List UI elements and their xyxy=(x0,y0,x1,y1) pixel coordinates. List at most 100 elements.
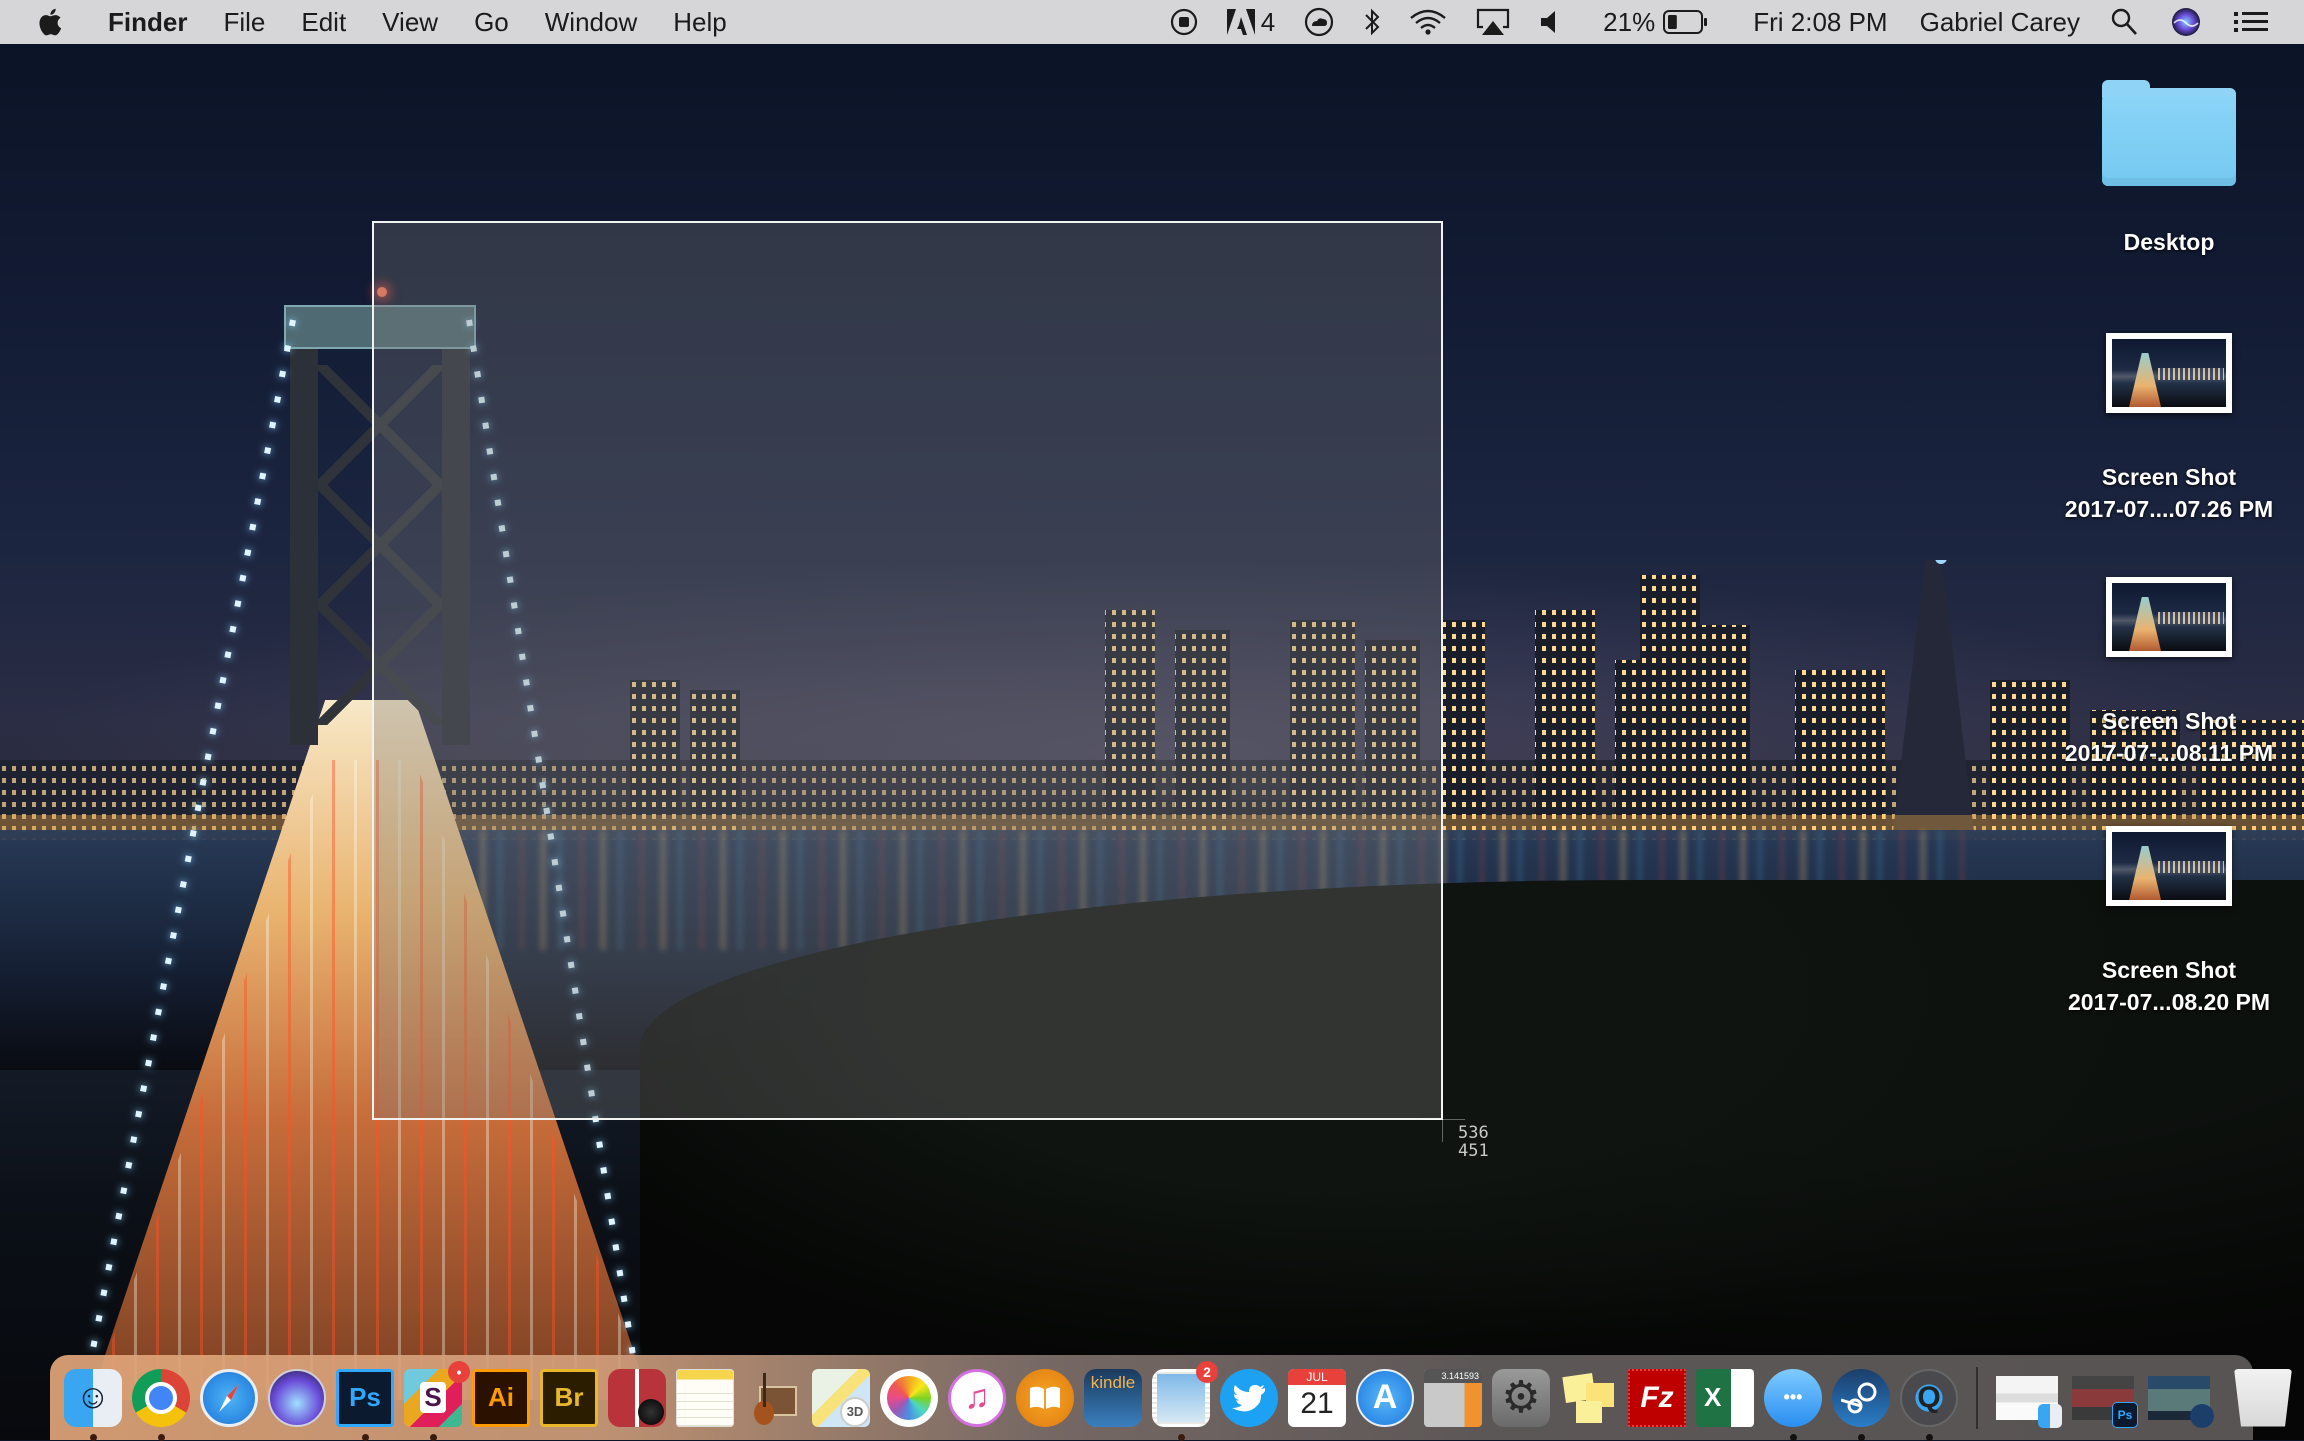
dock-app-bridge[interactable]: Br xyxy=(540,1368,598,1427)
chrome-icon xyxy=(132,1368,190,1427)
desktop-file-screenshot[interactable]: Screen Shot 2017-07...08.20 PM xyxy=(2059,826,2279,1018)
volume-icon[interactable] xyxy=(1539,8,1559,36)
adobe-cc-count: 4 xyxy=(1260,6,1276,37)
dock-app-garageband[interactable] xyxy=(744,1369,802,1427)
dock-minimized-window-steam[interactable] xyxy=(2148,1375,2214,1428)
dock-app-photo-booth[interactable] xyxy=(608,1368,666,1427)
dock-app-siri[interactable] xyxy=(268,1368,326,1427)
desktop-file-screenshot[interactable]: Screen Shot 2017-07....07.26 PM xyxy=(2059,333,2279,525)
folder-icon xyxy=(2102,80,2236,186)
notes-icon xyxy=(676,1368,734,1427)
search-icon[interactable] xyxy=(2110,7,2138,37)
desktop-folder-desktop[interactable]: Desktop xyxy=(2059,80,2279,258)
dock-app-finder[interactable]: ☺ xyxy=(64,1368,122,1441)
dock-app-photoshop[interactable]: Ps xyxy=(336,1368,394,1441)
dock-app-twitter[interactable] xyxy=(1220,1368,1278,1427)
dock: ☺ Ps S • Ai Br 3D ♫ kindle 2 JUL 21 A 3.… xyxy=(50,1355,2292,1441)
dock-app-steam[interactable] xyxy=(1832,1368,1890,1441)
messages-bubble-icon: ••• xyxy=(1764,1368,1822,1427)
kindle-icon: kindle xyxy=(1084,1368,1142,1427)
safari-compass-icon xyxy=(200,1368,258,1427)
dock-minimized-window-finder[interactable] xyxy=(1996,1375,2062,1428)
running-indicator xyxy=(362,1433,369,1441)
selection-height: 451 xyxy=(1458,1141,1489,1161)
battery-status[interactable]: 21% xyxy=(1603,7,1709,38)
desktop-icon-label-line1: Screen Shot xyxy=(2101,708,2237,734)
menu-bar: Finder File Edit View Go Window Help 4 2… xyxy=(0,0,2304,44)
dock-minimized-window-photoshop[interactable]: Ps xyxy=(2072,1375,2138,1428)
running-indicator xyxy=(158,1433,165,1441)
steam-icon xyxy=(1832,1368,1890,1427)
bridge-icon: Br xyxy=(540,1368,598,1427)
stop-record-icon[interactable] xyxy=(1169,7,1199,37)
selection-width: 536 xyxy=(1458,1123,1489,1143)
dock-app-chrome[interactable] xyxy=(132,1368,190,1441)
photo-booth-icon xyxy=(608,1368,666,1427)
dock-app-slack[interactable]: S • xyxy=(404,1360,470,1441)
tower-leg xyxy=(290,305,318,745)
dock-app-calendar[interactable]: JUL 21 xyxy=(1288,1368,1346,1427)
dock-app-maps[interactable]: 3D xyxy=(812,1368,870,1427)
steam-icon xyxy=(2190,1403,2214,1428)
dock-app-excel[interactable]: X xyxy=(1696,1368,1754,1427)
dock-separator xyxy=(1976,1366,1978,1429)
maps-icon: 3D xyxy=(812,1368,870,1427)
desktop-file-screenshot[interactable]: Screen Shot 2017-07-...08.11 PM xyxy=(2059,577,2279,769)
dock-app-notes[interactable] xyxy=(676,1368,734,1427)
photoshop-icon: Ps xyxy=(336,1368,394,1427)
battery-fill xyxy=(1668,15,1678,29)
dock-app-photos[interactable] xyxy=(880,1368,938,1427)
notification-center-icon[interactable] xyxy=(2234,10,2268,34)
menu-view[interactable]: View xyxy=(382,7,438,38)
dock-trash[interactable] xyxy=(2234,1368,2292,1427)
filezilla-icon: Fz xyxy=(1628,1368,1686,1427)
dock-app-filezilla[interactable]: Fz xyxy=(1628,1368,1686,1427)
airplay-icon[interactable] xyxy=(1475,7,1511,37)
menu-bar-left: Finder File Edit View Go Window Help xyxy=(0,0,763,44)
dock-app-stickies[interactable] xyxy=(1560,1369,1618,1427)
desktop-icon-label: Desktop xyxy=(2123,229,2215,255)
dock-app-messages[interactable]: ••• xyxy=(1764,1368,1822,1441)
battery-icon xyxy=(1663,10,1708,34)
screenshot-thumbnail-icon xyxy=(2106,333,2232,413)
siri-icon[interactable] xyxy=(2170,6,2202,38)
menu-edit[interactable]: Edit xyxy=(301,7,346,38)
notification-badge: 2 xyxy=(1196,1360,1218,1383)
dock-app-ibooks[interactable] xyxy=(1016,1368,1074,1427)
apple-menu-icon[interactable] xyxy=(38,8,62,36)
dock-app-quicktime[interactable]: Q xyxy=(1900,1368,1958,1441)
gear-icon: ⚙ xyxy=(1492,1368,1550,1427)
adobe-cc-status[interactable]: 4 xyxy=(1226,6,1276,38)
app-store-icon: A xyxy=(1356,1368,1414,1427)
excel-icon: X xyxy=(1696,1368,1754,1427)
menu-window[interactable]: Window xyxy=(545,7,637,38)
bluetooth-icon[interactable] xyxy=(1363,7,1381,37)
menu-go[interactable]: Go xyxy=(474,7,509,38)
dock-app-kindle[interactable]: kindle xyxy=(1084,1368,1142,1427)
calculator-icon: 3.141593 xyxy=(1424,1368,1482,1427)
dock-app-system-preferences[interactable]: ⚙ xyxy=(1492,1368,1550,1427)
desktop-icon-label-line2: 2017-07....07.26 PM xyxy=(2064,496,2274,522)
menu-app-finder[interactable]: Finder xyxy=(108,7,187,38)
dock-app-safari[interactable] xyxy=(200,1368,258,1427)
dock-app-itunes[interactable]: ♫ xyxy=(948,1368,1006,1427)
siri-icon xyxy=(268,1368,326,1427)
wifi-icon[interactable] xyxy=(1409,8,1447,36)
menu-clock[interactable]: Fri 2:08 PM xyxy=(1753,7,1887,38)
menu-file[interactable]: File xyxy=(223,7,265,38)
dock-app-app-store[interactable]: A xyxy=(1356,1368,1414,1427)
finder-icon: ☺ xyxy=(64,1368,122,1427)
fast-user-switch-name[interactable]: Gabriel Carey xyxy=(1920,7,2080,38)
creative-cloud-icon[interactable] xyxy=(1303,6,1335,38)
calendar-icon: JUL 21 xyxy=(1288,1368,1346,1427)
desktop-icon-label-line1: Screen Shot xyxy=(2101,957,2237,983)
screenshot-selection-rectangle[interactable] xyxy=(372,221,1443,1120)
desktop-icon-label-line2: 2017-07-...08.11 PM xyxy=(2064,740,2274,766)
dock-app-calculator[interactable]: 3.141593 xyxy=(1424,1368,1482,1427)
menu-help[interactable]: Help xyxy=(673,7,726,38)
dock-app-mail[interactable]: 2 xyxy=(1152,1360,1218,1441)
photoshop-icon: Ps xyxy=(2112,1401,2138,1428)
dock-app-illustrator[interactable]: Ai xyxy=(472,1368,530,1427)
screenshot-thumbnail-icon xyxy=(2106,577,2232,657)
selection-size-readout: 536 451 xyxy=(1458,1124,1489,1160)
